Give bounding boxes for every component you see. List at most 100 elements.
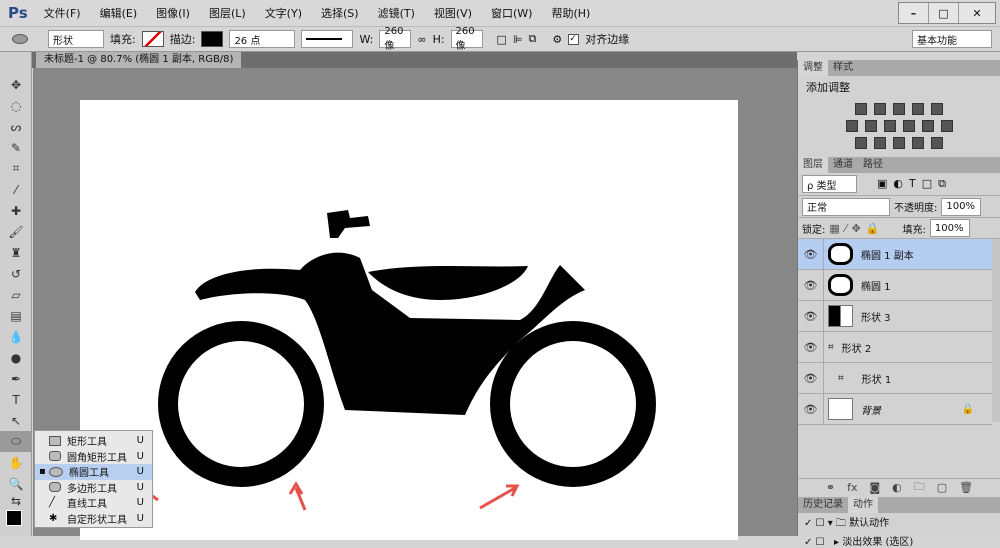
path-alignment-icon[interactable]: ⊫	[513, 33, 523, 46]
tab-styles[interactable]: 样式	[828, 60, 858, 76]
type-tool-icon[interactable]: T	[0, 389, 32, 410]
trash-icon[interactable]: 🗑	[959, 481, 973, 494]
layer-row[interactable]: 👁 椭圆 1 副本	[798, 239, 992, 270]
flyout-custom-shape-tool[interactable]: ✱ 自定形状工具 U	[35, 511, 152, 527]
tab-layers[interactable]: 图层	[798, 157, 828, 173]
path-operations-icon[interactable]: □	[497, 33, 507, 46]
exposure-icon[interactable]	[912, 103, 924, 115]
zoom-tool-icon[interactable]: 🔍	[0, 473, 32, 494]
gradient-map-icon[interactable]	[931, 137, 943, 149]
foreground-color-swatch[interactable]	[6, 510, 22, 526]
gear-icon[interactable]: ⚙	[552, 33, 562, 46]
tab-adjustments[interactable]: 调整	[798, 60, 828, 76]
fx-icon[interactable]: fx	[847, 481, 857, 494]
blend-mode-select[interactable]: 正常	[802, 197, 890, 216]
opacity-input[interactable]: 100%	[941, 197, 982, 216]
flyout-rectangle-tool[interactable]: 矩形工具 U	[35, 433, 152, 449]
close-button[interactable]: ✕	[959, 3, 995, 23]
ellipse-tool-icon[interactable]: ⬭	[0, 431, 32, 452]
swap-colors-icon[interactable]: ⇆	[0, 494, 32, 508]
threshold-icon[interactable]	[893, 137, 905, 149]
mode-select[interactable]: 形状	[48, 30, 104, 48]
flyout-rounded-rectangle-tool[interactable]: 圆角矩形工具 U	[35, 449, 152, 465]
path-arrangement-icon[interactable]: ⧉	[529, 32, 537, 46]
menu-layer[interactable]: 图层(L)	[209, 5, 246, 21]
link-layers-icon[interactable]: ⚭	[826, 481, 835, 494]
history-brush-icon[interactable]: ↺	[0, 263, 32, 284]
link-icon[interactable]: ∞	[417, 33, 426, 46]
tab-history[interactable]: 历史记录	[798, 497, 848, 513]
selective-color-icon[interactable]	[912, 137, 924, 149]
menu-view[interactable]: 视图(V)	[434, 5, 472, 21]
healing-brush-icon[interactable]: ✚	[0, 200, 32, 221]
quick-select-tool-icon[interactable]: ✎	[0, 137, 32, 158]
align-edges-checkbox[interactable]: ✓	[568, 33, 580, 45]
visibility-eye-icon[interactable]: 👁	[798, 270, 824, 300]
tab-actions[interactable]: 动作	[848, 497, 878, 513]
visibility-eye-icon[interactable]: 👁	[798, 239, 824, 269]
brightness-icon[interactable]	[855, 103, 867, 115]
black-white-icon[interactable]	[883, 120, 896, 132]
lock-icons[interactable]: ▦⁄✥🔒	[829, 222, 884, 235]
fill-swatch[interactable]	[141, 31, 164, 47]
menu-edit[interactable]: 编辑(E)	[100, 5, 138, 21]
menu-filter[interactable]: 滤镜(T)	[378, 5, 415, 21]
curves-icon[interactable]	[893, 103, 905, 115]
visibility-eye-icon[interactable]: 👁	[798, 332, 824, 362]
layer-row[interactable]: 👁 椭圆 1	[798, 270, 992, 301]
marquee-tool-icon[interactable]: ◌	[0, 95, 32, 116]
maximize-button[interactable]: □	[929, 3, 959, 23]
path-select-tool-icon[interactable]: ↖	[0, 410, 32, 431]
gradient-tool-icon[interactable]: ▤	[0, 305, 32, 326]
hue-saturation-icon[interactable]	[845, 120, 858, 132]
layer-filter-select[interactable]: ρ 类型	[802, 175, 857, 193]
menu-file[interactable]: 文件(F)	[44, 5, 81, 21]
adjustment-layer-icon[interactable]: ◐	[892, 481, 902, 494]
channel-mixer-icon[interactable]	[921, 120, 934, 132]
layer-row[interactable]: 👁 背景 🔒	[798, 394, 992, 425]
mask-icon[interactable]: ◙	[869, 481, 880, 494]
minimize-button[interactable]: –	[899, 3, 929, 23]
tab-paths[interactable]: 路径	[858, 157, 888, 173]
layer-row[interactable]: 👁 ⌗ 形状 1	[798, 363, 992, 394]
menu-type[interactable]: 文字(Y)	[265, 5, 302, 21]
blur-tool-icon[interactable]: 💧	[0, 326, 32, 347]
tab-channels[interactable]: 通道	[828, 157, 858, 173]
stamp-tool-icon[interactable]: ♜	[0, 242, 32, 263]
action-item[interactable]: ✓ ☐ ▸ 淡出效果 (选区)	[804, 533, 913, 548]
menu-help[interactable]: 帮助(H)	[551, 5, 590, 21]
flyout-line-tool[interactable]: ╱ 直线工具 U	[35, 495, 152, 511]
menu-select[interactable]: 选择(S)	[321, 5, 359, 21]
pen-tool-icon[interactable]: ✒	[0, 368, 32, 389]
new-layer-icon[interactable]: ▢	[937, 481, 947, 494]
layer-row[interactable]: 👁 形状 3	[798, 301, 992, 332]
action-item[interactable]: ✓ ☐ ▾ 🗀 默认动作	[804, 514, 913, 533]
eraser-tool-icon[interactable]: ▱	[0, 284, 32, 305]
ellipse-tool-preset-icon[interactable]	[12, 34, 28, 44]
flyout-polygon-tool[interactable]: 多边形工具 U	[35, 480, 152, 496]
eyedropper-tool-icon[interactable]: ⁄	[0, 179, 32, 200]
layer-row[interactable]: 👁 ⌗ 形状 2	[798, 332, 992, 363]
workspace-select[interactable]: 基本功能	[912, 30, 992, 48]
width-input[interactable]: 260 像	[379, 26, 412, 52]
visibility-eye-icon[interactable]: 👁	[798, 363, 824, 393]
visibility-eye-icon[interactable]: 👁	[798, 301, 824, 331]
brush-tool-icon[interactable]: 🖌	[0, 221, 32, 242]
group-folder-icon[interactable]: 🗀	[914, 478, 925, 497]
lasso-tool-icon[interactable]: ᔕ	[0, 116, 32, 137]
stroke-swatch[interactable]	[201, 31, 224, 47]
dodge-tool-icon[interactable]: ●	[0, 347, 32, 368]
fill-input[interactable]: 100%	[929, 219, 970, 237]
height-input[interactable]: 260 像	[450, 26, 483, 52]
move-tool-icon[interactable]: ✥	[0, 74, 32, 95]
menu-window[interactable]: 窗口(W)	[491, 5, 532, 21]
vibrance-icon[interactable]	[931, 103, 943, 115]
photo-filter-icon[interactable]	[902, 120, 915, 132]
color-balance-icon[interactable]	[864, 120, 877, 132]
flyout-ellipse-tool[interactable]: ▪ 椭圆工具 U	[35, 464, 152, 480]
document-tab[interactable]: 未标题-1 @ 80.7% (椭圆 1 副本, RGB/8) * ×	[36, 52, 241, 81]
invert-icon[interactable]	[855, 137, 867, 149]
hand-tool-icon[interactable]: ✋	[0, 452, 32, 473]
menu-image[interactable]: 图像(I)	[156, 5, 190, 21]
color-lookup-icon[interactable]	[940, 120, 953, 132]
